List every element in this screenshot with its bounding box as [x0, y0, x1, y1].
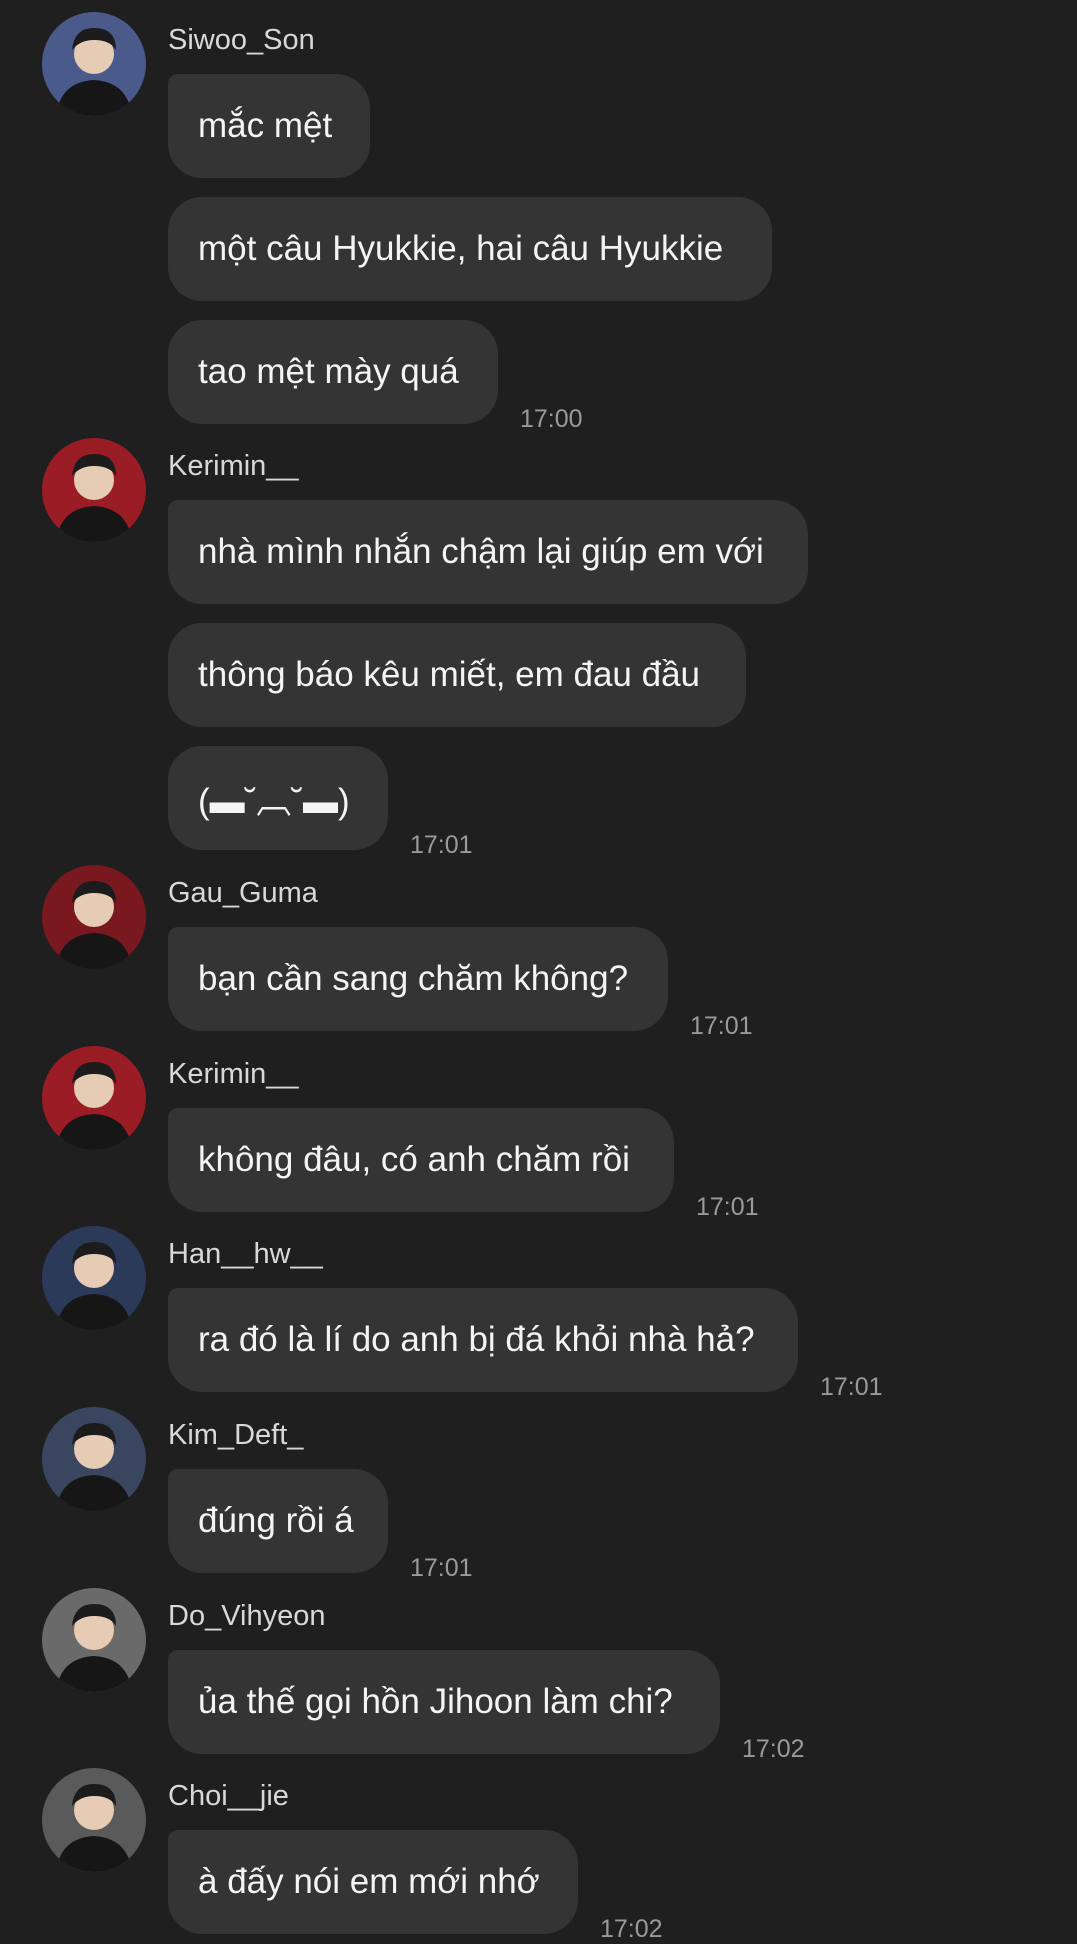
sender-name[interactable]: Kim_Deft_ — [168, 1417, 303, 1453]
sender-name[interactable]: Siwoo_Son — [168, 22, 315, 58]
avatar-han-hw[interactable] — [42, 1226, 146, 1330]
message-bubble[interactable]: mắc mệt — [168, 74, 370, 178]
sender-name[interactable]: Choi__jie — [168, 1778, 289, 1814]
message-timestamp: 17:01 — [696, 1193, 759, 1221]
message-bubble[interactable]: ra đó là lí do anh bị đá khỏi nhà hả? — [168, 1288, 798, 1392]
message-bubble[interactable]: ủa thế gọi hồn Jihoon làm chi? — [168, 1650, 720, 1754]
message-timestamp: 17:01 — [410, 831, 473, 859]
avatar-kerimin[interactable] — [42, 438, 146, 542]
avatar-kerimin[interactable] — [42, 1046, 146, 1150]
message-bubble[interactable]: một câu Hyukkie, hai câu Hyukkie — [168, 197, 772, 301]
message-bubble[interactable]: bạn cần sang chăm không? — [168, 927, 668, 1031]
avatar-choi-jie[interactable] — [42, 1768, 146, 1872]
avatar-image — [42, 438, 146, 542]
sender-name[interactable]: Gau_Guma — [168, 875, 318, 911]
avatar-image — [42, 1407, 146, 1511]
message-bubble[interactable]: tao mệt mày quá — [168, 320, 498, 424]
message-timestamp: 17:01 — [410, 1554, 473, 1582]
avatar-image — [42, 865, 146, 969]
avatar-image — [42, 12, 146, 116]
message-bubble[interactable]: đúng rồi á — [168, 1469, 388, 1573]
message-bubble[interactable]: à đấy nói em mới nhớ — [168, 1830, 578, 1934]
sender-name[interactable]: Kerimin__ — [168, 448, 299, 484]
avatar-image — [42, 1768, 146, 1872]
avatar-kim-deft[interactable] — [42, 1407, 146, 1511]
message-timestamp: 17:01 — [820, 1373, 883, 1401]
message-bubble[interactable]: nhà mình nhắn chậm lại giúp em với — [168, 500, 808, 604]
avatar-do-vihyeon[interactable] — [42, 1588, 146, 1692]
avatar-image — [42, 1588, 146, 1692]
message-timestamp: 17:02 — [742, 1735, 805, 1763]
avatar-siwoo-son[interactable] — [42, 12, 146, 116]
avatar-gau-guma[interactable] — [42, 865, 146, 969]
message-bubble[interactable]: (▬˘︹˘▬) — [168, 746, 388, 850]
sender-name[interactable]: Do_Vihyeon — [168, 1598, 325, 1634]
avatar-image — [42, 1226, 146, 1330]
message-timestamp: 17:01 — [690, 1012, 753, 1040]
message-timestamp: 17:00 — [520, 405, 583, 433]
message-timestamp: 17:02 — [600, 1915, 663, 1943]
chat-message-list[interactable]: Siwoo_Son mắc mệt một câu Hyukkie, hai câu… — [0, 0, 1077, 1943]
sender-name[interactable]: Kerimin__ — [168, 1056, 299, 1092]
message-bubble[interactable]: thông báo kêu miết, em đau đầu — [168, 623, 746, 727]
sender-name[interactable]: Han__hw__ — [168, 1236, 323, 1272]
message-bubble[interactable]: không đâu, có anh chăm rồi — [168, 1108, 674, 1212]
avatar-image — [42, 1046, 146, 1150]
